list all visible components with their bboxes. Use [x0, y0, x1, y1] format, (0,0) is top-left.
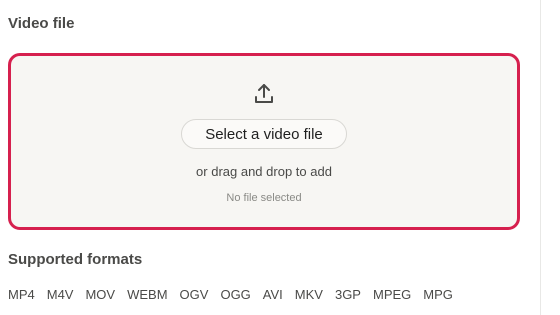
video-upload-panel: Video file Select a video file or drag a…	[0, 0, 560, 315]
format-3gp: 3GP	[334, 287, 361, 302]
supported-formats-list: MP4 M4V MOV WEBM OGV OGG AVI MKV 3GP MPE…	[8, 287, 453, 302]
format-ogv: OGV	[179, 287, 209, 302]
file-status: No file selected	[226, 192, 302, 204]
format-mpeg: MPEG	[372, 287, 412, 302]
format-avi: AVI	[262, 287, 283, 302]
select-video-button[interactable]: Select a video file	[181, 119, 347, 149]
supported-formats-heading: Supported formats	[8, 251, 143, 268]
format-m4v: M4V	[46, 287, 74, 302]
format-webm: WEBM	[127, 287, 168, 302]
format-ogg: OGG	[220, 287, 251, 302]
drag-drop-hint: or drag and drop to add	[196, 164, 332, 179]
format-mkv: MKV	[294, 287, 323, 302]
format-mpg: MPG	[423, 287, 453, 302]
video-dropzone[interactable]: Select a video file or drag and drop to …	[8, 53, 520, 230]
upload-icon	[255, 84, 273, 103]
video-file-heading: Video file	[8, 15, 75, 32]
panel-divider	[540, 0, 541, 315]
format-mp4: MP4	[8, 287, 35, 302]
format-mov: MOV	[85, 287, 116, 302]
